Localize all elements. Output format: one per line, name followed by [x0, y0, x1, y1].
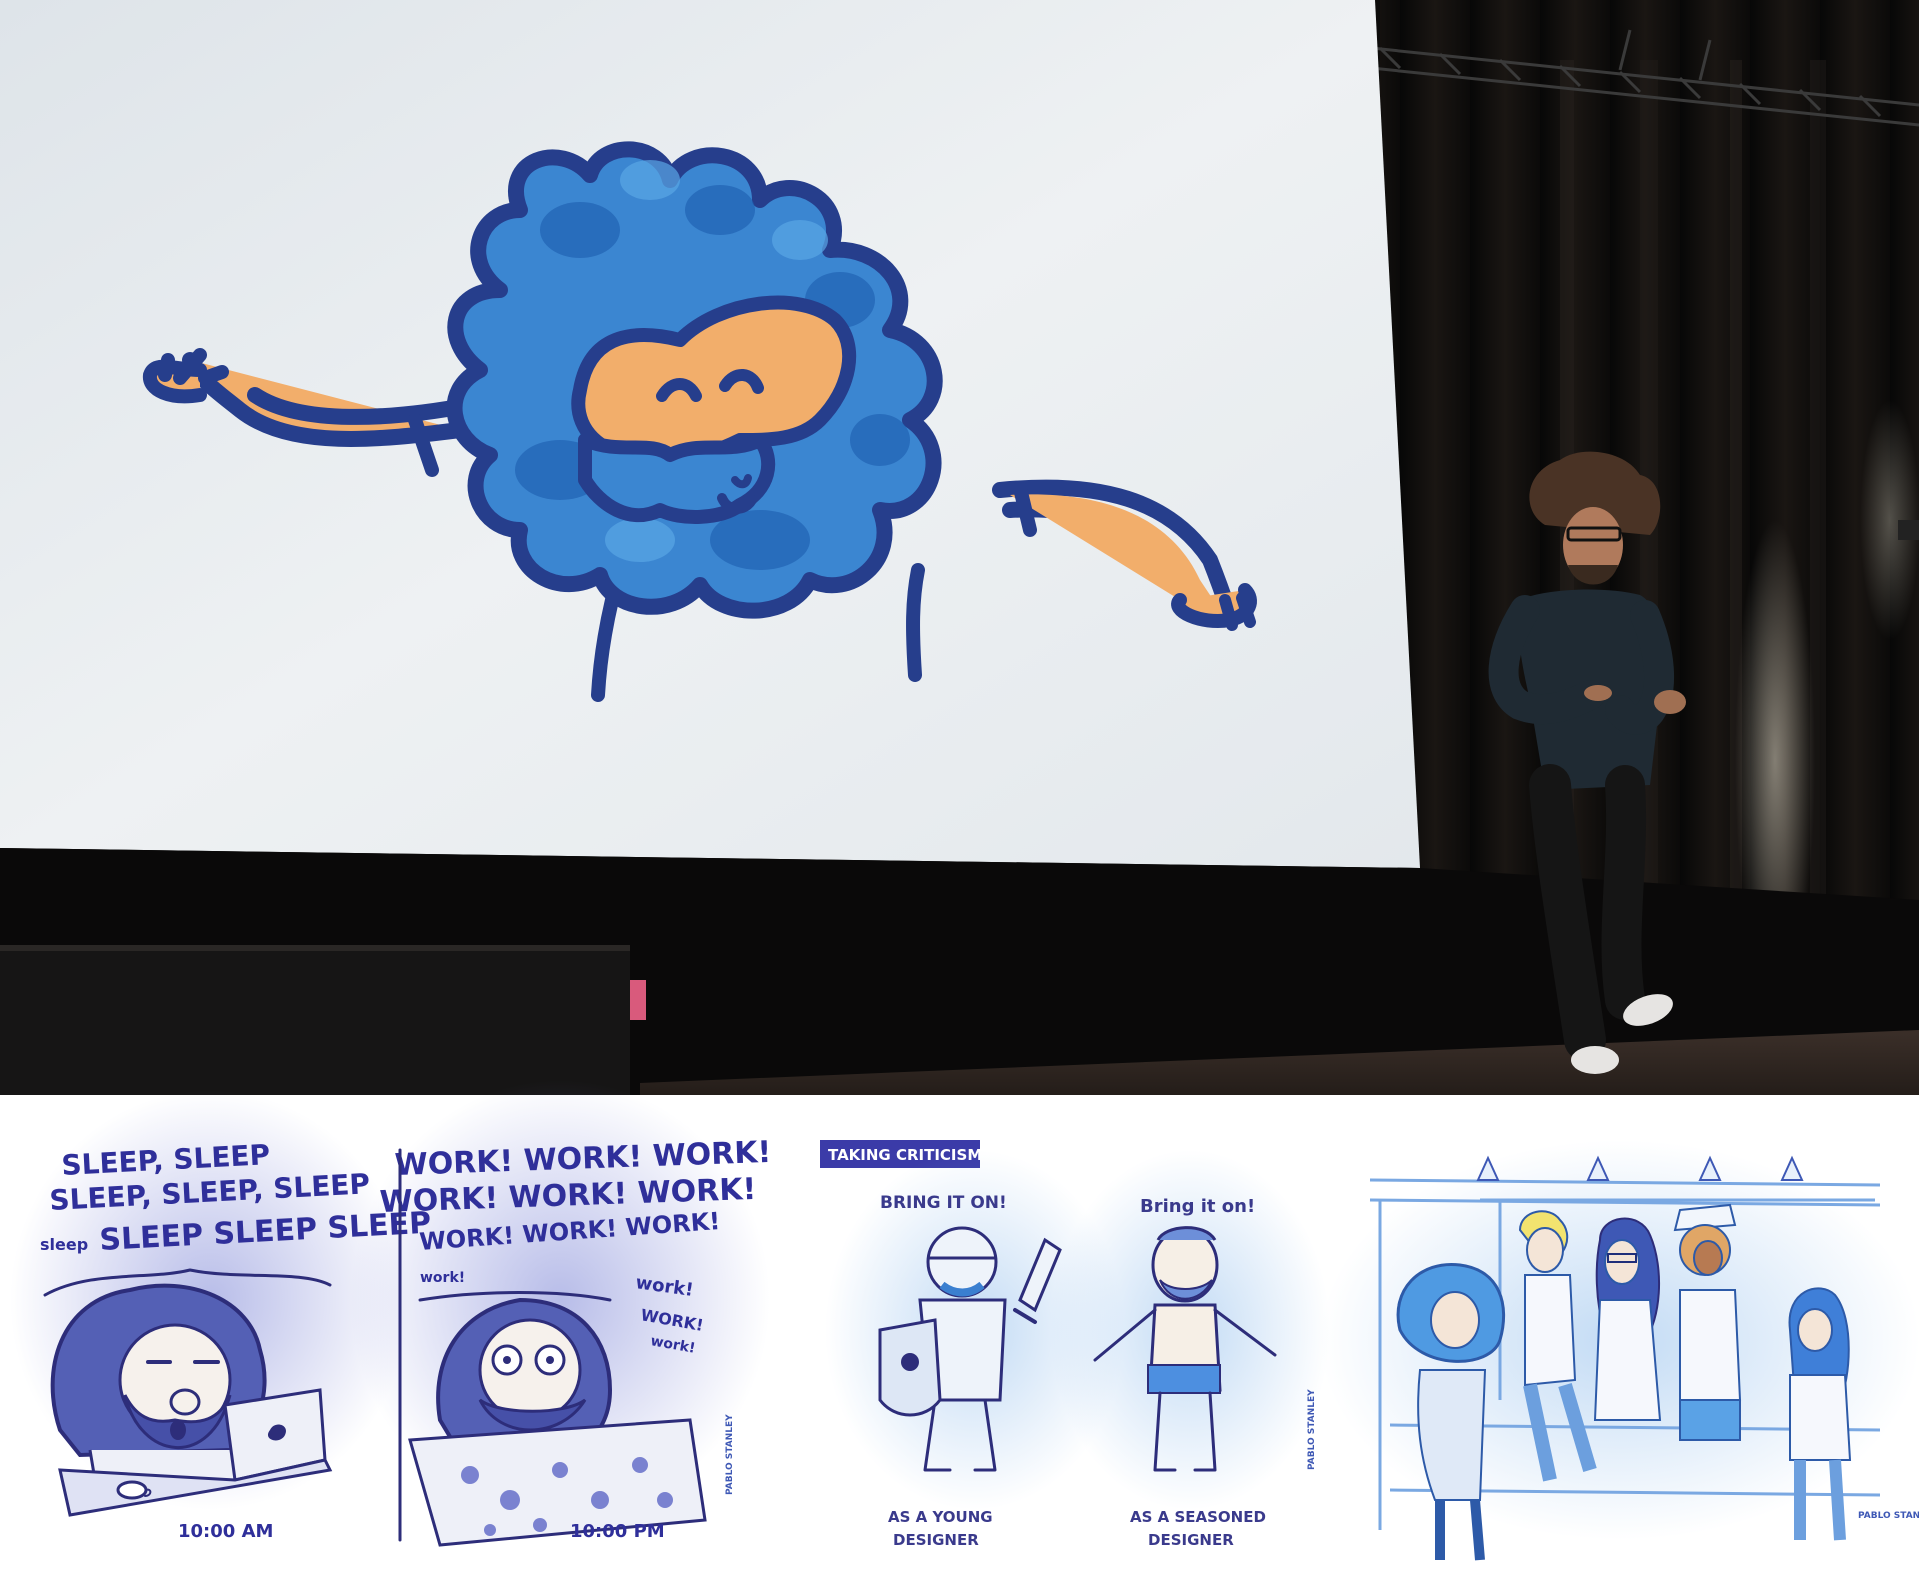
- commuter-glasses-woman: [1593, 1217, 1662, 1421]
- comic2-right-caption-1: AS A SEASONED: [1130, 1508, 1266, 1526]
- stage-monitor-highlight: [0, 945, 630, 951]
- comic2-left-caption-2: DESIGNER: [893, 1531, 979, 1549]
- stage-photo: [0, 0, 1919, 1095]
- panel1-small-word: sleep: [40, 1235, 88, 1254]
- photo-canvas: SLEEP, SLEEP SLEEP, SLEEP, SLEEP sleep S…: [0, 0, 1919, 1584]
- comic2-signature: PABLO STANLEY: [1307, 1389, 1317, 1470]
- panel1-time: 10:00 AM: [178, 1521, 273, 1542]
- comic2-left-caption-1: AS A YOUNG: [888, 1508, 993, 1526]
- comic2-right-speech: Bring it on!: [1140, 1196, 1255, 1217]
- stage-monitor-speaker: [0, 945, 630, 1095]
- comic1-signature: PABLO STANLEY: [725, 1414, 735, 1495]
- comic3-signature: PABLO STANLEY: [1858, 1511, 1919, 1521]
- mic-stand: [1898, 520, 1919, 540]
- panel2-time: 10:00 PM: [570, 1521, 665, 1542]
- panel2-small-1: work!: [420, 1270, 465, 1286]
- comic2-right-caption-2: DESIGNER: [1148, 1531, 1234, 1549]
- stage-edge-marker: [630, 980, 646, 1020]
- comic2-left-speech: BRING IT ON!: [880, 1193, 1007, 1213]
